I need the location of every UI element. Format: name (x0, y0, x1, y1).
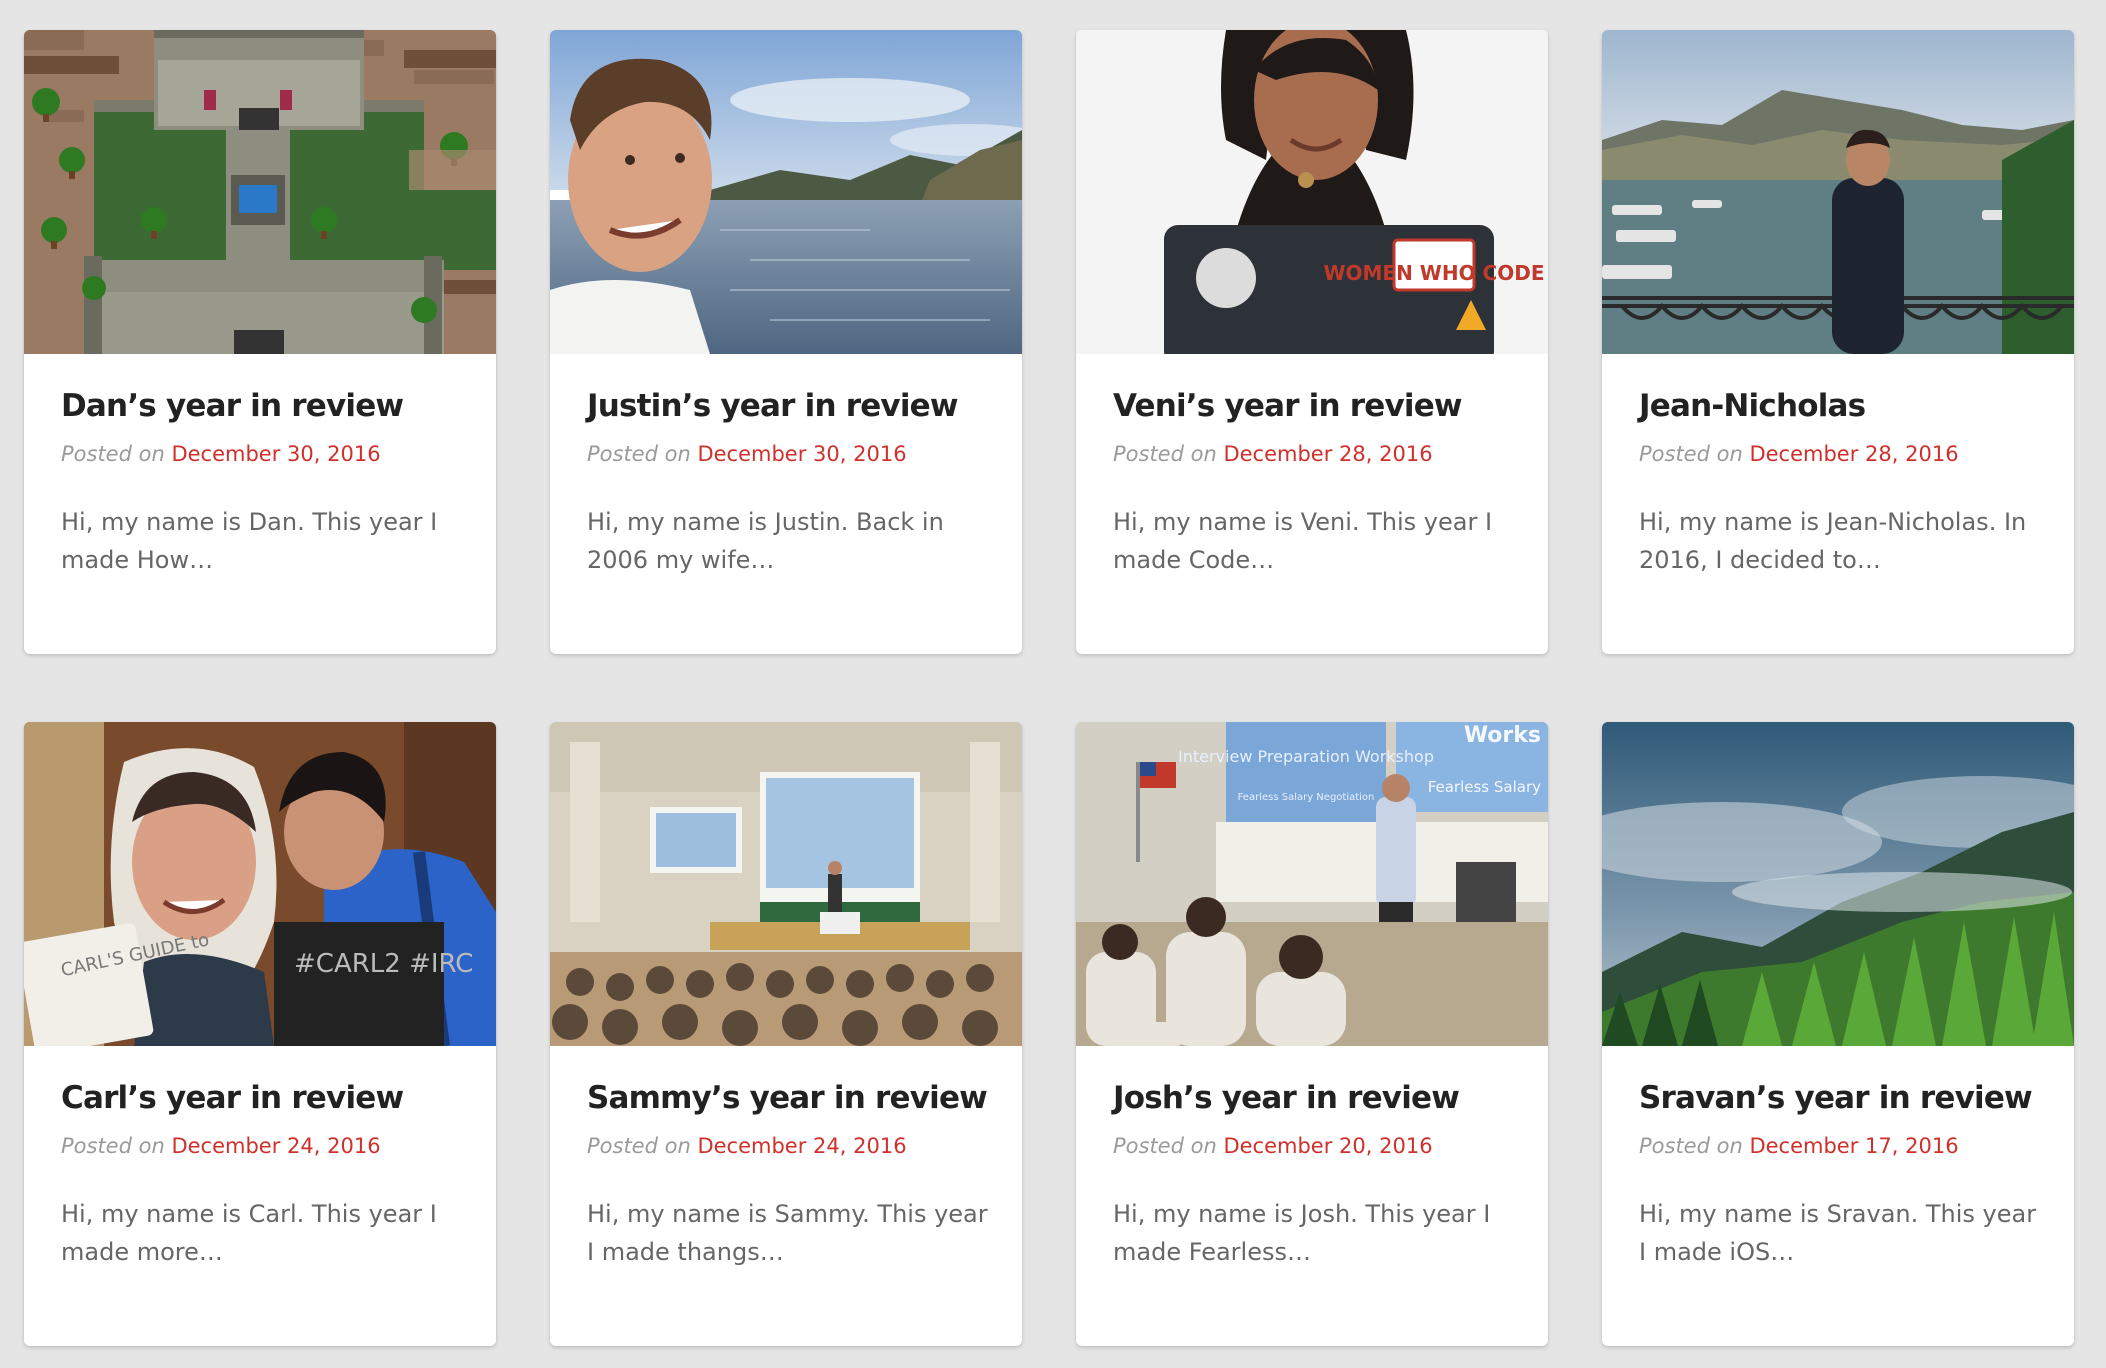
post-excerpt: Hi, my name is Veni. This year I made Co… (1113, 508, 1493, 575)
posted-on-label: Posted on (61, 442, 165, 467)
post-date-link[interactable]: December 24, 2016 (171, 1134, 380, 1158)
josh-slide-subtitle: Fearless Salary Negotiation (1238, 792, 1375, 803)
post-thumbnail[interactable]: WOMEN WHO CODE (1076, 30, 1548, 354)
post-meta: Posted on December 24, 2016 (587, 1134, 987, 1159)
post-card-body: Sammy’s year in review Posted on Decembe… (587, 1046, 988, 1271)
post-card[interactable]: Interview Preparation Workshop Fearless … (1076, 722, 1548, 1346)
post-title-link[interactable]: Dan’s year in review (61, 354, 461, 425)
post-excerpt: Hi, my name is Josh. This year I made Fe… (1113, 1200, 1491, 1267)
josh-slide-right-subtitle: Fearless Salary (1428, 778, 1541, 796)
post-date-link[interactable]: December 20, 2016 (1223, 1134, 1432, 1158)
josh-slide-right-title: Works (1464, 723, 1541, 748)
post-meta: Posted on December 30, 2016 (61, 442, 461, 467)
misty-forest-mountains-image (1602, 722, 2074, 1046)
post-meta: Posted on December 24, 2016 (61, 1134, 461, 1159)
pixel-art-castle-game-map-image (24, 30, 496, 354)
posted-on-label: Posted on (1113, 1134, 1217, 1159)
post-excerpt: Hi, my name is Dan. This year I made How… (61, 508, 438, 575)
man-with-cardboard-cutout-image: CARL'S GUIDE to #CARL2 #IRC (24, 722, 496, 1046)
lecture-hall-presentation-image (550, 722, 1022, 1046)
post-card-body: Sravan’s year in review Posted on Decemb… (1639, 1046, 2039, 1271)
post-card[interactable]: CARL'S GUIDE to #CARL2 #IRC Carl’s year … (24, 722, 496, 1346)
post-title-link[interactable]: Jean-Nicholas (1639, 354, 2039, 425)
post-card-body: Dan’s year in review Posted on December … (61, 354, 461, 579)
post-card-body: Justin’s year in review Posted on Decemb… (587, 354, 987, 579)
post-card-body: Jean-Nicholas Posted on December 28, 201… (1639, 354, 2039, 579)
post-excerpt: Hi, my name is Sravan. This year I made … (1639, 1200, 2037, 1267)
posted-on-label: Posted on (1639, 442, 1743, 467)
post-title-link[interactable]: Sammy’s year in review (587, 1046, 988, 1117)
post-thumbnail[interactable]: CARL'S GUIDE to #CARL2 #IRC (24, 722, 496, 1046)
post-excerpt: Hi, my name is Justin. Back in 2006 my w… (587, 508, 944, 575)
post-card-body: Carl’s year in review Posted on December… (61, 1046, 461, 1271)
post-date-link[interactable]: December 17, 2016 (1749, 1134, 1958, 1158)
post-title-link[interactable]: Carl’s year in review (61, 1046, 461, 1117)
post-excerpt: Hi, my name is Jean-Nicholas. In 2016, I… (1639, 508, 2027, 575)
posted-on-label: Posted on (587, 1134, 691, 1159)
post-thumbnail[interactable] (550, 722, 1022, 1046)
man-at-lake-mountains-image (1602, 30, 2074, 354)
posted-on-label: Posted on (1639, 1134, 1743, 1159)
post-card[interactable]: Sravan’s year in review Posted on Decemb… (1602, 722, 2074, 1346)
post-date-link[interactable]: December 28, 2016 (1223, 442, 1432, 466)
josh-slide-title: Interview Preparation Workshop (1178, 747, 1434, 766)
post-meta: Posted on December 28, 2016 (1113, 442, 1513, 467)
posted-on-label: Posted on (587, 442, 691, 467)
post-card[interactable]: Dan’s year in review Posted on December … (24, 30, 496, 654)
post-meta: Posted on December 20, 2016 (1113, 1134, 1513, 1159)
post-date-link[interactable]: December 24, 2016 (697, 1134, 906, 1158)
post-card[interactable]: Jean-Nicholas Posted on December 28, 201… (1602, 30, 2074, 654)
post-excerpt: Hi, my name is Sammy. This year I made t… (587, 1200, 988, 1267)
man-smiling-by-lake-image (550, 30, 1022, 354)
post-date-link[interactable]: December 30, 2016 (697, 442, 906, 466)
post-date-link[interactable]: December 28, 2016 (1749, 442, 1958, 466)
post-thumbnail[interactable]: Interview Preparation Workshop Fearless … (1076, 722, 1548, 1046)
post-card-body: Veni’s year in review Posted on December… (1113, 354, 1513, 579)
post-title-link[interactable]: Justin’s year in review (587, 354, 987, 425)
post-title-link[interactable]: Veni’s year in review (1113, 354, 1513, 425)
posted-on-label: Posted on (1113, 442, 1217, 467)
post-card[interactable]: Justin’s year in review Posted on Decemb… (550, 30, 1022, 654)
post-date-link[interactable]: December 30, 2016 (171, 442, 380, 466)
post-thumbnail[interactable] (550, 30, 1022, 354)
post-title-link[interactable]: Josh’s year in review (1113, 1046, 1513, 1117)
post-excerpt: Hi, my name is Carl. This year I made mo… (61, 1200, 437, 1267)
post-thumbnail[interactable] (24, 30, 496, 354)
post-card[interactable]: WOMEN WHO CODE Veni’s year in review Pos… (1076, 30, 1548, 654)
post-title-link[interactable]: Sravan’s year in review (1639, 1046, 2039, 1117)
post-thumbnail[interactable] (1602, 30, 2074, 354)
post-meta: Posted on December 28, 2016 (1639, 442, 2039, 467)
woman-with-laptop-stickers-image: WOMEN WHO CODE (1076, 30, 1548, 354)
veni-sticker-text: WOMEN WHO CODE (1323, 261, 1544, 285)
posts-grid: Dan’s year in review Posted on December … (0, 0, 2106, 1368)
post-meta: Posted on December 17, 2016 (1639, 1134, 2039, 1159)
classroom-workshop-presenter-image: Interview Preparation Workshop Fearless … (1076, 722, 1548, 1046)
post-card[interactable]: Sammy’s year in review Posted on Decembe… (550, 722, 1022, 1346)
posted-on-label: Posted on (61, 1134, 165, 1159)
post-thumbnail[interactable] (1602, 722, 2074, 1046)
post-card-body: Josh’s year in review Posted on December… (1113, 1046, 1513, 1271)
post-meta: Posted on December 30, 2016 (587, 442, 987, 467)
carl-chalk-text: #CARL2 #IRC (294, 949, 473, 979)
